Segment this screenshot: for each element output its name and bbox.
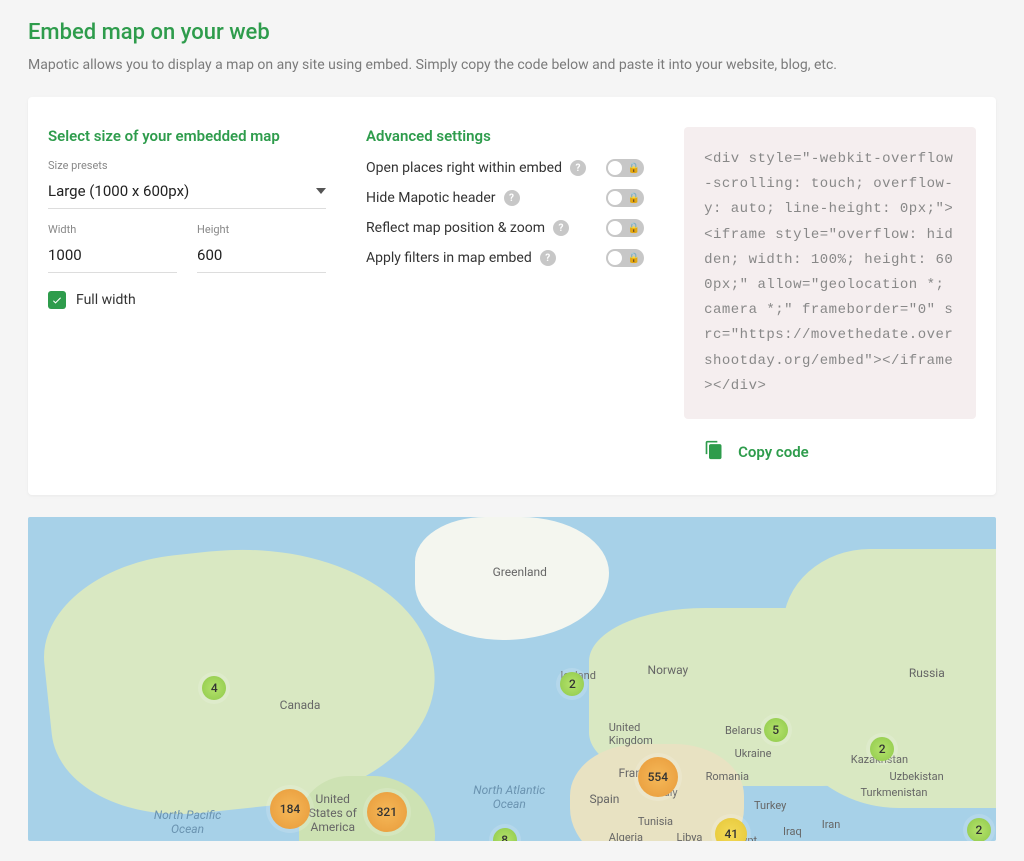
- map-label: Turkmenistan: [860, 786, 927, 799]
- advanced-setting-row: Hide Mapotic header? 🔒: [366, 189, 644, 207]
- map-label: Tunisia: [638, 815, 673, 828]
- advanced-setting-label: Apply filters in map embed: [366, 250, 532, 266]
- advanced-setting-toggle[interactable]: 🔒: [606, 249, 644, 267]
- map-label: Iran: [822, 818, 841, 831]
- advanced-section-title: Advanced settings: [366, 127, 644, 145]
- copy-icon: [704, 439, 724, 465]
- presets-label: Size presets: [48, 159, 326, 172]
- advanced-setting-row: Open places right within embed? 🔒: [366, 159, 644, 177]
- page-title: Embed map on your web: [28, 20, 996, 45]
- advanced-setting-toggle[interactable]: 🔒: [606, 159, 644, 177]
- advanced-setting-row: Apply filters in map embed? 🔒: [366, 249, 644, 267]
- map-label: Uzbekistan: [890, 770, 944, 783]
- map-label: Canada: [280, 698, 321, 712]
- map-cluster[interactable]: 4: [202, 676, 226, 700]
- map-cluster[interactable]: 2: [967, 818, 991, 841]
- map-label: Norway: [648, 663, 689, 677]
- check-icon: [51, 294, 63, 306]
- map-label: Iraq: [783, 825, 802, 838]
- advanced-setting-label: Hide Mapotic header: [366, 190, 495, 206]
- toggle-knob: [608, 161, 622, 175]
- map-label: North Pacific Ocean: [154, 808, 221, 836]
- help-icon[interactable]: ?: [504, 190, 520, 206]
- advanced-setting-label: Open places right within embed: [366, 160, 562, 176]
- map-cluster[interactable]: 8: [493, 828, 517, 841]
- copy-code-label: Copy code: [738, 443, 809, 461]
- advanced-setting-row: Reflect map position & zoom? 🔒: [366, 219, 644, 237]
- page-subtitle: Mapotic allows you to display a map on a…: [28, 57, 996, 73]
- map-label: United Kingdom: [609, 721, 653, 747]
- help-icon[interactable]: ?: [540, 250, 556, 266]
- map-preview[interactable]: Greenland Canada United States of Americ…: [28, 517, 996, 841]
- map-cluster[interactable]: 184: [270, 789, 310, 829]
- toggle-knob: [608, 251, 622, 265]
- size-section-title: Select size of your embedded map: [48, 127, 326, 145]
- advanced-column: Advanced settings Open places right with…: [366, 127, 644, 465]
- help-icon[interactable]: ?: [553, 220, 569, 236]
- advanced-setting-toggle[interactable]: 🔒: [606, 189, 644, 207]
- advanced-setting-label: Reflect map position & zoom: [366, 220, 545, 236]
- chevron-down-icon: [316, 188, 326, 194]
- embed-code-box[interactable]: <div style="-webkit-overflow-scrolling: …: [684, 127, 976, 419]
- map-label: Belarus: [725, 724, 762, 737]
- map-cluster[interactable]: 5: [764, 718, 788, 742]
- map-cluster[interactable]: 554: [638, 757, 678, 797]
- width-label: Width: [48, 223, 177, 236]
- lock-icon: 🔒: [628, 193, 640, 204]
- size-preset-value: Large (1000 x 600px): [48, 182, 189, 200]
- map-label: United States of America: [309, 792, 357, 834]
- map-cluster[interactable]: 2: [560, 672, 584, 696]
- lock-icon: 🔒: [628, 253, 640, 264]
- code-column: <div style="-webkit-overflow-scrolling: …: [684, 127, 976, 465]
- map-label: Greenland: [493, 565, 547, 579]
- map-label: North Atlantic Ocean: [473, 783, 545, 811]
- map-label: Romania: [706, 770, 749, 783]
- copy-code-button[interactable]: Copy code: [684, 439, 976, 465]
- lock-icon: 🔒: [628, 223, 640, 234]
- toggle-knob: [608, 221, 622, 235]
- size-column: Select size of your embedded map Size pr…: [48, 127, 326, 465]
- embed-settings-card: Select size of your embedded map Size pr…: [28, 97, 996, 495]
- size-preset-select[interactable]: Large (1000 x 600px): [48, 176, 326, 209]
- map-label: Libya: [677, 831, 703, 841]
- map-label: Spain: [589, 792, 619, 806]
- map-label: Turkey: [754, 799, 786, 812]
- map-cluster[interactable]: 321: [367, 792, 407, 832]
- fullwidth-label: Full width: [76, 292, 136, 308]
- map-label: Algeria: [609, 831, 643, 841]
- height-input[interactable]: [197, 240, 326, 273]
- width-input[interactable]: [48, 240, 177, 273]
- fullwidth-checkbox[interactable]: [48, 291, 66, 309]
- advanced-setting-toggle[interactable]: 🔒: [606, 219, 644, 237]
- toggle-knob: [608, 191, 622, 205]
- map-label: Ukraine: [735, 747, 772, 760]
- map-label: Russia: [909, 666, 945, 680]
- lock-icon: 🔒: [628, 163, 640, 174]
- height-label: Height: [197, 223, 326, 236]
- map-cluster[interactable]: 41: [715, 818, 747, 841]
- help-icon[interactable]: ?: [570, 160, 586, 176]
